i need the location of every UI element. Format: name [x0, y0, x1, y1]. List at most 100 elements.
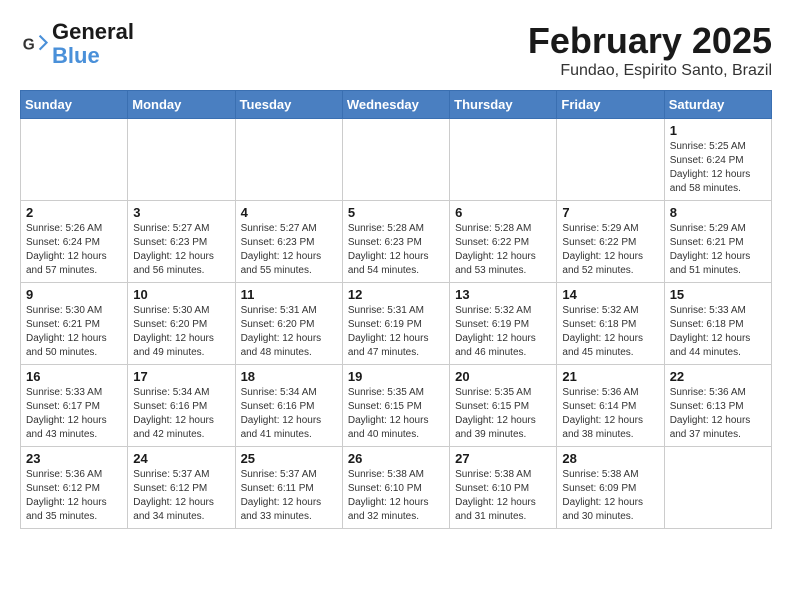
day-cell: 14 Sunrise: 5:32 AM Sunset: 6:18 PM Dayli… — [557, 283, 664, 365]
day-cell: 26 Sunrise: 5:38 AM Sunset: 6:10 PM Dayli… — [342, 447, 449, 529]
day-cell: 13 Sunrise: 5:32 AM Sunset: 6:19 PM Dayli… — [450, 283, 557, 365]
day-number: 8 — [670, 205, 766, 220]
day-cell: 3 Sunrise: 5:27 AM Sunset: 6:23 PM Daylig… — [128, 201, 235, 283]
day-number: 21 — [562, 369, 658, 384]
day-number: 12 — [348, 287, 444, 302]
calendar-subtitle: Fundao, Espirito Santo, Brazil — [528, 62, 772, 80]
day-cell: 18Sunrise: 5:34 AM Sunset: 6:16 PM Dayli… — [235, 365, 342, 447]
day-info: Sunrise: 5:30 AM Sunset: 6:21 PM Dayligh… — [26, 304, 122, 360]
week-row-2: 9 Sunrise: 5:30 AM Sunset: 6:21 PM Daylig… — [21, 283, 772, 365]
day-info: Sunrise: 5:29 AM Sunset: 6:21 PM Dayligh… — [670, 222, 766, 278]
day-number: 15 — [670, 287, 766, 302]
calendar-title: February 2025 — [528, 20, 772, 62]
day-number: 6 — [455, 205, 551, 220]
day-info: Sunrise: 5:32 AM Sunset: 6:18 PM Dayligh… — [562, 304, 658, 360]
day-info: Sunrise: 5:33 AM Sunset: 6:17 PM Dayligh… — [26, 386, 122, 442]
day-info: Sunrise: 5:35 AM Sunset: 6:15 PM Dayligh… — [348, 386, 444, 442]
day-cell: 16 Sunrise: 5:33 AM Sunset: 6:17 PM Dayli… — [21, 365, 128, 447]
weekday-header-saturday: Saturday — [664, 91, 771, 119]
day-cell: 27 Sunrise: 5:38 AM Sunset: 6:10 PM Dayli… — [450, 447, 557, 529]
day-info: Sunrise: 5:37 AM Sunset: 6:11 PM Dayligh… — [241, 468, 337, 524]
week-row-1: 2 Sunrise: 5:26 AM Sunset: 6:24 PM Daylig… — [21, 201, 772, 283]
day-cell — [128, 119, 235, 201]
day-info: Sunrise: 5:37 AM Sunset: 6:12 PM Dayligh… — [133, 468, 229, 524]
weekday-header-tuesday: Tuesday — [235, 91, 342, 119]
day-info: Sunrise: 5:38 AM Sunset: 6:10 PM Dayligh… — [348, 468, 444, 524]
day-info: Sunrise: 5:29 AM Sunset: 6:22 PM Dayligh… — [562, 222, 658, 278]
week-row-0: 1 Sunrise: 5:25 AM Sunset: 6:24 PM Daylig… — [21, 119, 772, 201]
day-number: 1 — [670, 123, 766, 138]
weekday-header-sunday: Sunday — [21, 91, 128, 119]
day-number: 3 — [133, 205, 229, 220]
day-info: Sunrise: 5:35 AM Sunset: 6:15 PM Dayligh… — [455, 386, 551, 442]
day-info: Sunrise: 5:31 AM Sunset: 6:19 PM Dayligh… — [348, 304, 444, 360]
day-number: 5 — [348, 205, 444, 220]
week-row-3: 16 Sunrise: 5:33 AM Sunset: 6:17 PM Dayli… — [21, 365, 772, 447]
day-number: 27 — [455, 451, 551, 466]
calendar-table: SundayMondayTuesdayWednesdayThursdayFrid… — [20, 90, 772, 529]
day-info: Sunrise: 5:34 AM Sunset: 6:16 PM Dayligh… — [241, 386, 337, 442]
day-info: Sunrise: 5:38 AM Sunset: 6:10 PM Dayligh… — [455, 468, 551, 524]
day-cell: 10 Sunrise: 5:30 AM Sunset: 6:20 PM Dayli… — [128, 283, 235, 365]
day-info: Sunrise: 5:36 AM Sunset: 6:13 PM Dayligh… — [670, 386, 766, 442]
day-number: 10 — [133, 287, 229, 302]
day-cell: 19 Sunrise: 5:35 AM Sunset: 6:15 PM Dayli… — [342, 365, 449, 447]
day-info: Sunrise: 5:31 AM Sunset: 6:20 PM Dayligh… — [241, 304, 337, 360]
weekday-header-friday: Friday — [557, 91, 664, 119]
svg-text:G: G — [23, 37, 35, 54]
day-number: 11 — [241, 287, 337, 302]
week-row-4: 23Sunrise: 5:36 AM Sunset: 6:12 PM Dayli… — [21, 447, 772, 529]
day-info: Sunrise: 5:30 AM Sunset: 6:20 PM Dayligh… — [133, 304, 229, 360]
weekday-header-wednesday: Wednesday — [342, 91, 449, 119]
day-cell: 2 Sunrise: 5:26 AM Sunset: 6:24 PM Daylig… — [21, 201, 128, 283]
day-cell: 5 Sunrise: 5:28 AM Sunset: 6:23 PM Daylig… — [342, 201, 449, 283]
day-info: Sunrise: 5:33 AM Sunset: 6:18 PM Dayligh… — [670, 304, 766, 360]
day-cell: 1 Sunrise: 5:25 AM Sunset: 6:24 PM Daylig… — [664, 119, 771, 201]
day-number: 23 — [26, 451, 122, 466]
logo-text: General Blue — [52, 20, 134, 68]
day-info: Sunrise: 5:27 AM Sunset: 6:23 PM Dayligh… — [133, 222, 229, 278]
day-number: 7 — [562, 205, 658, 220]
day-cell: 15 Sunrise: 5:33 AM Sunset: 6:18 PM Dayli… — [664, 283, 771, 365]
day-number: 22 — [670, 369, 766, 384]
page-header: G General Blue February 2025 Fundao, Esp… — [20, 20, 772, 80]
day-info: Sunrise: 5:28 AM Sunset: 6:22 PM Dayligh… — [455, 222, 551, 278]
day-number: 20 — [455, 369, 551, 384]
day-info: Sunrise: 5:28 AM Sunset: 6:23 PM Dayligh… — [348, 222, 444, 278]
day-info: Sunrise: 5:32 AM Sunset: 6:19 PM Dayligh… — [455, 304, 551, 360]
day-cell — [664, 447, 771, 529]
logo-icon: G — [20, 30, 48, 58]
day-number: 13 — [455, 287, 551, 302]
day-number: 17 — [133, 369, 229, 384]
day-cell: 21 Sunrise: 5:36 AM Sunset: 6:14 PM Dayli… — [557, 365, 664, 447]
day-info: Sunrise: 5:38 AM Sunset: 6:09 PM Dayligh… — [562, 468, 658, 524]
day-number: 26 — [348, 451, 444, 466]
day-cell: 22 Sunrise: 5:36 AM Sunset: 6:13 PM Dayli… — [664, 365, 771, 447]
day-cell: 20 Sunrise: 5:35 AM Sunset: 6:15 PM Dayli… — [450, 365, 557, 447]
day-info: Sunrise: 5:26 AM Sunset: 6:24 PM Dayligh… — [26, 222, 122, 278]
day-number: 28 — [562, 451, 658, 466]
day-cell — [557, 119, 664, 201]
day-cell: 12 Sunrise: 5:31 AM Sunset: 6:19 PM Dayli… — [342, 283, 449, 365]
day-number: 24 — [133, 451, 229, 466]
day-cell: 24 Sunrise: 5:37 AM Sunset: 6:12 PM Dayli… — [128, 447, 235, 529]
title-block: February 2025 Fundao, Espirito Santo, Br… — [528, 20, 772, 80]
day-cell: 8 Sunrise: 5:29 AM Sunset: 6:21 PM Daylig… — [664, 201, 771, 283]
day-cell: 4 Sunrise: 5:27 AM Sunset: 6:23 PM Daylig… — [235, 201, 342, 283]
day-number: 14 — [562, 287, 658, 302]
day-number: 19 — [348, 369, 444, 384]
day-number: 2 — [26, 205, 122, 220]
day-info: Sunrise: 5:36 AM Sunset: 6:14 PM Dayligh… — [562, 386, 658, 442]
day-number: 4 — [241, 205, 337, 220]
day-number: 25 — [241, 451, 337, 466]
day-number: 9 — [26, 287, 122, 302]
day-cell: 25 Sunrise: 5:37 AM Sunset: 6:11 PM Dayli… — [235, 447, 342, 529]
weekday-header-thursday: Thursday — [450, 91, 557, 119]
day-number: 16 — [26, 369, 122, 384]
day-cell: 23Sunrise: 5:36 AM Sunset: 6:12 PM Dayli… — [21, 447, 128, 529]
logo: G General Blue — [20, 20, 134, 68]
day-info: Sunrise: 5:27 AM Sunset: 6:23 PM Dayligh… — [241, 222, 337, 278]
day-info: Sunrise: 5:25 AM Sunset: 6:24 PM Dayligh… — [670, 140, 766, 196]
weekday-header-monday: Monday — [128, 91, 235, 119]
day-cell: 6 Sunrise: 5:28 AM Sunset: 6:22 PM Daylig… — [450, 201, 557, 283]
